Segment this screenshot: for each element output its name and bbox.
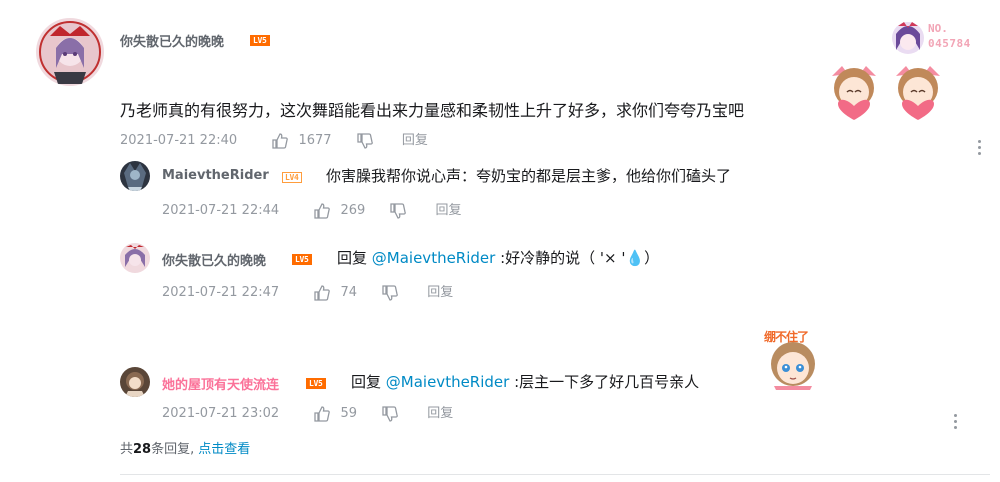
emoji-sticker-bengbuzhu: 绷不住了 [762,326,824,390]
dislike-button[interactable] [356,131,374,151]
comment-time: 2021-07-21 22:44 [162,203,280,219]
reply-1-content: 你害臊我帮你说心声：夸奶宝的都是层主爹，他给你们磕头了 [326,167,732,185]
dislike-button[interactable] [381,404,399,424]
level-badge: LV5 [306,378,326,389]
thumbs-down-icon [382,406,398,422]
reply-1-meta: 2021-07-21 22:44 269 回复 [162,201,462,221]
like-button[interactable]: 59 [313,404,357,425]
fan-badge-number: 045784 [928,37,971,50]
divider [120,474,990,475]
fan-badge-label: NO. [928,22,948,35]
level-badge: LV4 [282,172,302,183]
main-comment-meta: 2021-07-21 22:40 1677 回复 [120,131,428,151]
reply-1-avatar[interactable] [120,161,150,191]
sticker-text: 绷不住了 [764,330,809,344]
reply-prefix: 回复 [337,249,372,267]
thumbs-up-icon [314,285,331,301]
reply-2-username[interactable]: 你失散已久的晚晚 [162,250,266,269]
avatar-image [120,367,150,397]
level-badge: LV5 [250,35,270,46]
thumbs-up-icon [314,203,331,219]
reply-3-avatar[interactable] [120,367,150,397]
thumbs-down-icon [390,203,407,219]
level-badge: LV5 [292,254,312,265]
reply-2-text: 回复 @MaievtheRider :好冷静的说（ '× '💧） [337,247,659,268]
summary-suffix: 条回复, [151,442,195,457]
thumbs-down-icon [382,285,398,301]
reply-3-username[interactable]: 她的屋顶有天使流连 [162,374,279,393]
like-button[interactable]: 74 [313,283,357,304]
fan-badge-avatar-icon [892,22,924,54]
reply-button[interactable]: 回复 [427,404,453,424]
more-vertical-icon[interactable] [954,414,958,432]
fan-badge: NO. 045784 [890,20,990,56]
main-comment-avatar[interactable] [36,18,104,86]
summary-prefix: 共 [120,442,134,457]
dislike-button[interactable] [381,283,399,303]
like-count: 59 [340,406,357,421]
reply-3-content: :层主一下多了好几百号亲人 [509,373,700,391]
reply-3-meta: 2021-07-21 23:02 59 回复 [162,404,453,424]
reply-1-text: 你害臊我帮你说心声：夸奶宝的都是层主爹，他给你们磕头了 [326,165,731,186]
reply-prefix: 回复 [351,373,386,391]
avatar-image [120,161,150,191]
main-comment-text: 乃老师真的有很努力，这次舞蹈能看出来力量感和柔韧性上升了好多，求你们夸夸乃宝吧 [120,101,745,120]
emoji-sticker-2 [888,62,948,120]
comment-time: 2021-07-21 23:02 [162,406,280,422]
reply-button[interactable]: 回复 [402,131,428,151]
main-comment-username[interactable]: 你失散已久的晚晚 [120,31,224,50]
like-count: 74 [340,285,357,300]
mention-link[interactable]: @MaievtheRider [386,373,510,391]
reply-3-text: 回复 @MaievtheRider :层主一下多了好几百号亲人 [351,371,699,392]
reply-button[interactable]: 回复 [436,201,462,221]
avatar-image [36,18,104,86]
like-count: 1677 [298,133,332,148]
like-count: 269 [340,203,366,218]
more-vertical-icon[interactable] [978,140,982,158]
comment-time: 2021-07-21 22:40 [120,133,238,149]
reply-summary: 共28条回复, 点击查看 [120,438,250,457]
dislike-button[interactable] [389,201,407,221]
mention-link[interactable]: @MaievtheRider [372,249,496,267]
avatar-image [120,243,150,273]
thumbs-up-icon [314,406,331,422]
comment-time: 2021-07-21 22:47 [162,285,280,301]
reply-1-username[interactable]: MaievtheRider [162,168,269,183]
reply-2-avatar[interactable] [120,243,150,273]
view-all-replies-link[interactable]: 点击查看 [198,442,250,457]
like-button[interactable]: 1677 [271,131,332,152]
reply-button[interactable]: 回复 [427,283,453,303]
reply-2-meta: 2021-07-21 22:47 74 回复 [162,283,453,303]
thumbs-up-icon [272,133,289,149]
emoji-sticker-1 [824,62,884,120]
reply-2-content: :好冷静的说（ '× '💧） [495,249,660,267]
reply-count: 28 [133,442,152,457]
thumbs-down-icon [357,133,373,149]
like-button[interactable]: 269 [313,201,365,222]
